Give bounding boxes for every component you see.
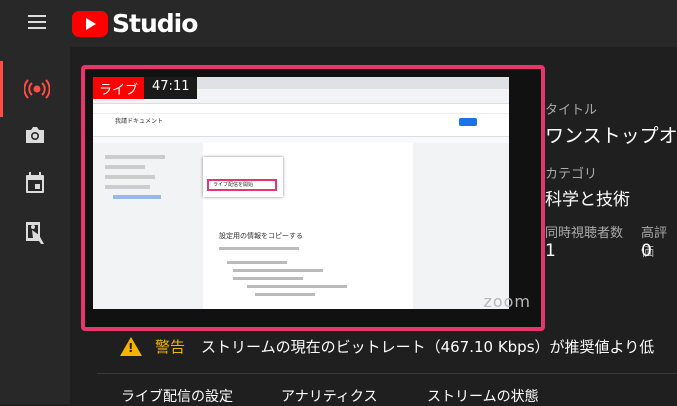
hamburger-menu-icon[interactable]: [28, 15, 46, 29]
live-icon: [23, 79, 50, 99]
bottom-tab-bar: ライブ配信の設定 アナリティクス ストリームの状態: [97, 373, 677, 405]
zoom-watermark: zoom: [483, 292, 531, 311]
popup-highlighted-item: ライブ配信を開始: [207, 179, 277, 191]
title-label: タイトル: [545, 103, 598, 118]
doc-body: 設定用の情報をコピーする ライブ配信を開始: [93, 143, 509, 309]
warning-icon: [120, 336, 142, 356]
doc-popup-menu: ライブ配信を開始: [203, 157, 283, 197]
likes-value: 0: [641, 241, 652, 261]
shared-screen: 我請ドキュメント 設定用の情報をコピーする ライブ配信を開始: [93, 77, 509, 309]
top-app-bar: Studio: [0, 0, 677, 47]
concurrent-viewers-value: 1: [545, 241, 556, 261]
tab-stream-health[interactable]: ストリームの状態: [427, 386, 539, 406]
live-badge: ライブ 47:11: [93, 77, 198, 99]
doc-header: 我請ドキュメント: [93, 114, 509, 137]
live-duration: 47:11: [144, 77, 198, 99]
youtube-studio-logo[interactable]: Studio: [72, 9, 198, 38]
tab-stream-settings[interactable]: ライブ配信の設定: [121, 386, 233, 406]
live-label: ライブ: [93, 77, 145, 99]
warning-message: ストリームの現在のビットレート（467.10 Kbps）が推奨値より低: [201, 337, 655, 356]
youtube-play-icon: [72, 10, 108, 37]
title-value: ワンストップオ: [545, 125, 677, 147]
warning-label: 警告: [155, 337, 186, 356]
nav-item-calendar[interactable]: [0, 155, 70, 211]
main-content: 我請ドキュメント 設定用の情報をコピーする ライブ配信を開始 ライブ 47:11…: [70, 47, 677, 405]
doc-outline: [105, 149, 185, 205]
category-label: カテゴリ: [545, 167, 598, 182]
brand-name: Studio: [112, 9, 198, 38]
left-navigation: [0, 47, 70, 404]
doc-heading: 設定用の情報をコピーする: [219, 232, 303, 240]
concurrent-viewers-label: 同時視聴者数: [545, 226, 624, 241]
camera-icon: [26, 127, 44, 143]
stream-preview[interactable]: 我請ドキュメント 設定用の情報をコピーする ライブ配信を開始 ライブ 47:11…: [81, 65, 545, 331]
browser-bookmarks-bar: [93, 104, 509, 114]
doc-title: 我請ドキュメント: [115, 118, 164, 125]
doc-share-button: [459, 118, 477, 126]
bitrate-warning: 警告 ストリームの現在のビットレート（467.10 Kbps）が推奨値より低: [97, 326, 677, 366]
calendar-icon: [26, 172, 44, 193]
tab-analytics[interactable]: アナリティクス: [281, 386, 377, 406]
nav-item-stream[interactable]: [0, 205, 70, 261]
stream-icon: [26, 222, 44, 244]
category-value: 科学と技術: [545, 190, 630, 210]
